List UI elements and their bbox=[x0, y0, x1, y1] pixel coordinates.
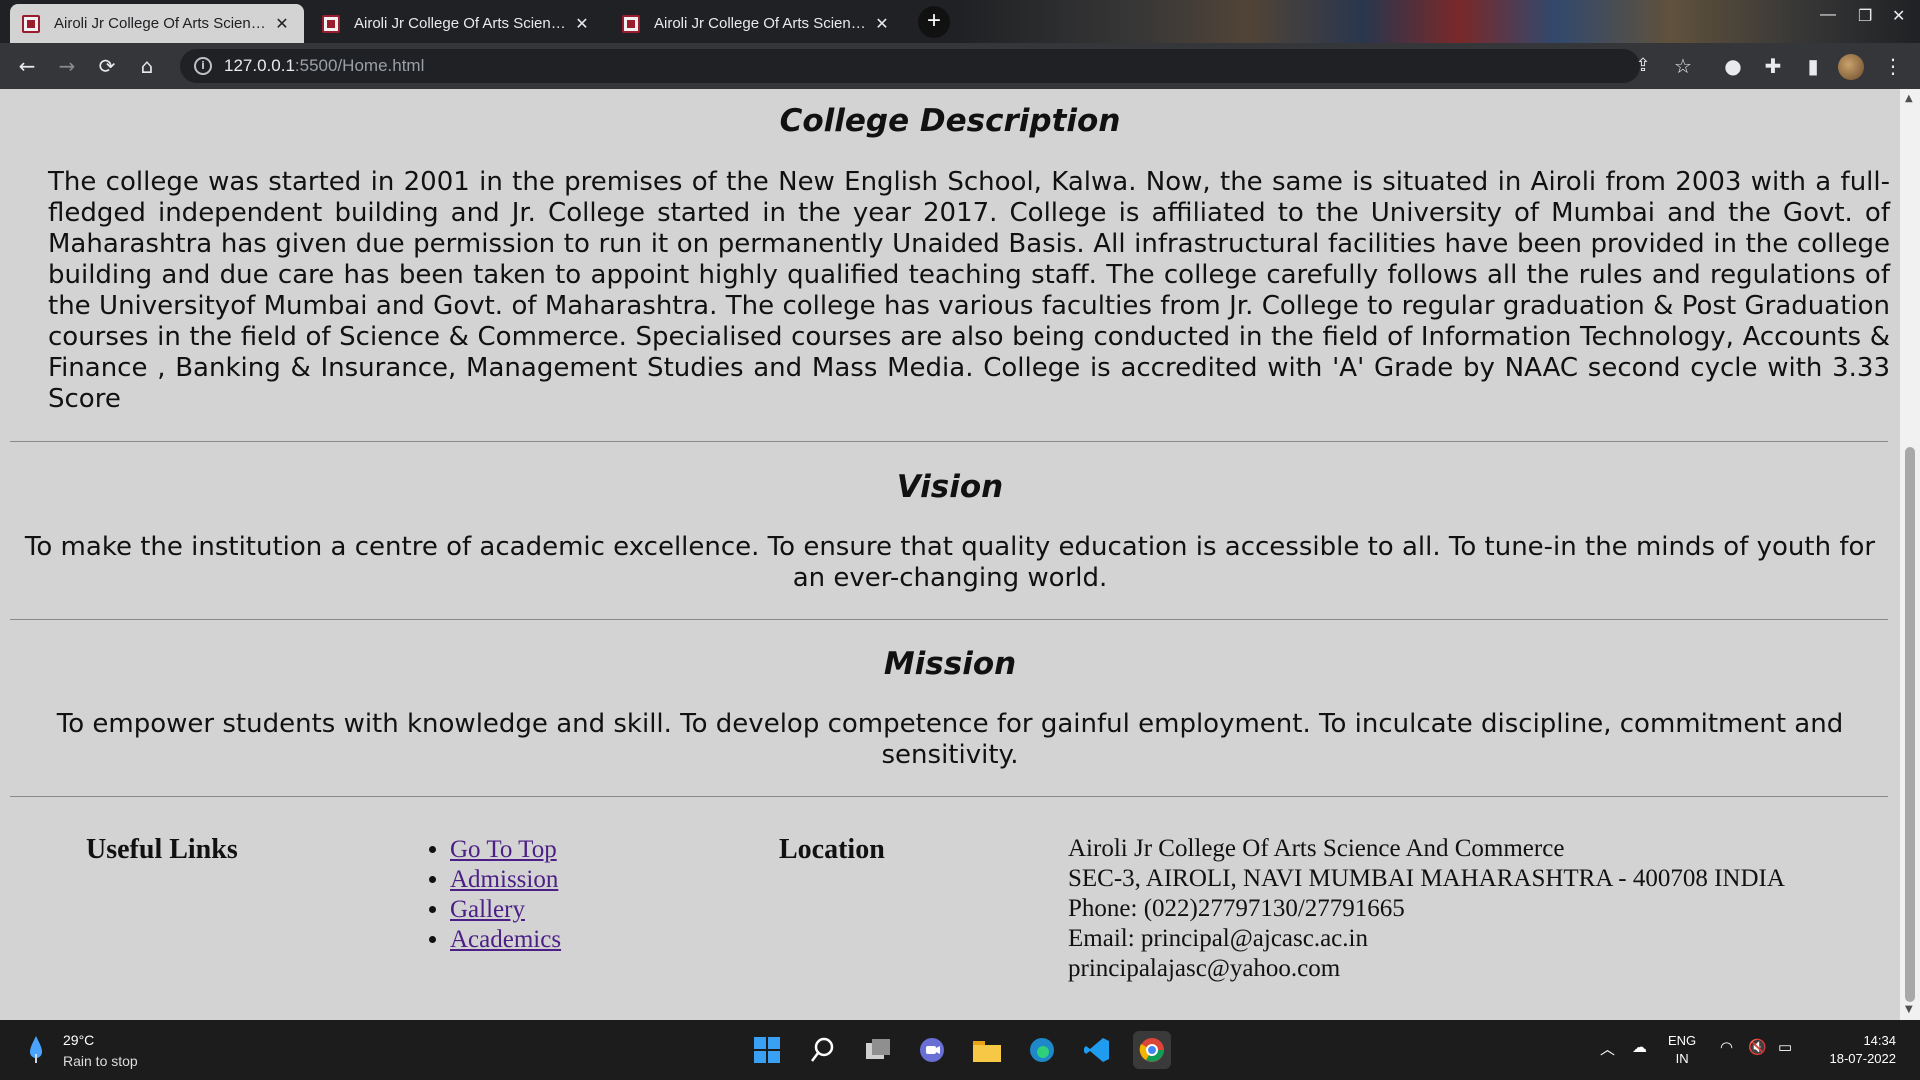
speaker-muted-icon[interactable]: 🔇 bbox=[1748, 1038, 1767, 1056]
minimize-window-icon[interactable]: — bbox=[1820, 6, 1836, 24]
edge-browser-icon[interactable] bbox=[1023, 1031, 1061, 1069]
browser-tab-2[interactable]: Airoli Jr College Of Arts Science A ✕ bbox=[310, 4, 604, 43]
divider bbox=[10, 619, 1888, 620]
list-item: Gallery bbox=[450, 895, 561, 925]
close-tab-icon[interactable]: ✕ bbox=[272, 14, 292, 34]
address-line: Phone: (022)27797130/27791665 bbox=[1068, 895, 1405, 922]
forward-icon[interactable]: → bbox=[54, 53, 80, 79]
bookmark-star-icon[interactable]: ☆ bbox=[1670, 53, 1696, 79]
chrome-menu-icon[interactable]: ⋮ bbox=[1880, 53, 1906, 79]
tab-title: Airoli Jr College Of Arts Science A bbox=[354, 15, 572, 32]
close-tab-icon[interactable]: ✕ bbox=[572, 14, 592, 34]
go-to-top-link[interactable]: Go To Top bbox=[450, 836, 557, 863]
side-panel-icon[interactable]: ▮ bbox=[1800, 53, 1826, 79]
chrome-browser-icon[interactable] bbox=[1133, 1031, 1171, 1069]
input-language-indicator[interactable]: ENG IN bbox=[1668, 1032, 1696, 1068]
divider bbox=[10, 441, 1888, 442]
extension-circle-icon[interactable]: ● bbox=[1720, 53, 1746, 79]
college-favicon-icon bbox=[22, 14, 40, 33]
tab-title: Airoli Jr College Of Arts Science A bbox=[54, 15, 272, 32]
mission-heading: Mission bbox=[883, 646, 1017, 682]
search-icon[interactable] bbox=[804, 1031, 842, 1069]
page-scrollbar[interactable]: ▲ ▼ bbox=[1900, 89, 1920, 1020]
vscode-icon[interactable] bbox=[1078, 1031, 1116, 1069]
college-favicon-icon bbox=[322, 14, 340, 33]
tab-title: Airoli Jr College Of Arts Science A bbox=[654, 15, 872, 32]
address-line: principalajasc@yahoo.com bbox=[1068, 955, 1341, 982]
site-info-icon[interactable]: i bbox=[194, 57, 212, 75]
scroll-down-arrow-icon[interactable]: ▼ bbox=[1905, 1004, 1913, 1015]
list-item: Go To Top bbox=[450, 835, 561, 865]
mission-text: To empower students with knowledge and s… bbox=[56, 709, 1844, 770]
task-view-icon[interactable] bbox=[859, 1031, 897, 1069]
start-windows-icon[interactable] bbox=[748, 1031, 786, 1069]
vision-heading: Vision bbox=[896, 469, 1004, 505]
file-explorer-icon[interactable] bbox=[968, 1031, 1006, 1069]
page-viewport: College Description The college was star… bbox=[0, 89, 1900, 1020]
scroll-up-arrow-icon[interactable]: ▲ bbox=[1905, 93, 1913, 104]
academics-link[interactable]: Academics bbox=[450, 926, 561, 953]
reload-icon[interactable]: ⟳ bbox=[94, 53, 120, 79]
list-item: Academics bbox=[450, 925, 561, 955]
url-text[interactable]: 127.0.0.1:5500/Home.html bbox=[224, 56, 424, 76]
weather-description[interactable]: Rain to stop bbox=[63, 1053, 138, 1069]
college-description-heading: College Description bbox=[779, 103, 1121, 139]
show-hidden-icons-chevron-icon[interactable]: ︿ bbox=[1600, 1038, 1615, 1059]
list-item: Admission bbox=[450, 865, 561, 895]
address-line: SEC-3, AIROLI, NAVI MUMBAI MAHARASHTRA -… bbox=[1068, 865, 1785, 892]
teams-chat-icon[interactable] bbox=[913, 1031, 951, 1069]
address-line: Airoli Jr College Of Arts Science And Co… bbox=[1068, 835, 1565, 862]
location-heading: Location bbox=[779, 834, 885, 865]
close-window-icon[interactable]: ✕ bbox=[1892, 6, 1905, 26]
restore-window-icon[interactable]: ❐ bbox=[1858, 6, 1872, 26]
address-bar[interactable]: i 127.0.0.1:5500/Home.html bbox=[180, 49, 1640, 83]
battery-icon[interactable]: ▭ bbox=[1778, 1038, 1792, 1056]
vision-text: To make the institution a centre of acad… bbox=[24, 532, 1876, 593]
close-tab-icon[interactable]: ✕ bbox=[872, 14, 892, 34]
admission-link[interactable]: Admission bbox=[450, 866, 558, 893]
address-line: Email: principal@ajcasc.ac.in bbox=[1068, 925, 1368, 952]
home-icon[interactable]: ⌂ bbox=[134, 53, 160, 79]
browser-tab-3[interactable]: Airoli Jr College Of Arts Science A ✕ bbox=[610, 4, 904, 43]
extensions-puzzle-icon[interactable]: ✚ bbox=[1760, 53, 1786, 79]
share-icon[interactable]: ⇪ bbox=[1630, 53, 1656, 79]
divider bbox=[10, 796, 1888, 797]
college-address: Airoli Jr College Of Arts Science And Co… bbox=[1068, 834, 1785, 984]
wifi-icon[interactable]: ◠ bbox=[1720, 1038, 1733, 1056]
back-icon[interactable]: ← bbox=[14, 53, 40, 79]
browser-toolbar: ← → ⟳ ⌂ i 127.0.0.1:5500/Home.html ⇪ ☆ ●… bbox=[0, 43, 1920, 89]
profile-avatar[interactable] bbox=[1838, 54, 1864, 80]
useful-links-heading: Useful Links bbox=[86, 834, 238, 865]
gallery-link[interactable]: Gallery bbox=[450, 896, 525, 923]
system-clock[interactable]: 14:34 18-07-2022 bbox=[1818, 1032, 1897, 1068]
browser-tab-strip: Airoli Jr College Of Arts Science A ✕ Ai… bbox=[0, 0, 1920, 43]
scrollbar-thumb[interactable] bbox=[1905, 447, 1915, 1002]
rain-weather-icon[interactable] bbox=[28, 1034, 44, 1064]
onedrive-cloud-icon[interactable]: ☁ bbox=[1632, 1038, 1647, 1056]
new-tab-button[interactable]: + bbox=[918, 6, 950, 38]
browser-theme-artwork bbox=[960, 0, 1920, 43]
weather-temperature[interactable]: 29°C bbox=[63, 1032, 94, 1048]
windows-taskbar: 29°C Rain to stop ︿ ☁ ENG IN ◠ 🔇 ▭ 14:34… bbox=[0, 1020, 1920, 1080]
useful-links-list: Go To Top Admission Gallery Academics bbox=[420, 835, 561, 955]
college-description-text: The college was started in 2001 in the p… bbox=[48, 167, 1890, 414]
college-favicon-icon bbox=[622, 14, 640, 33]
browser-tab-1[interactable]: Airoli Jr College Of Arts Science A ✕ bbox=[10, 4, 304, 43]
